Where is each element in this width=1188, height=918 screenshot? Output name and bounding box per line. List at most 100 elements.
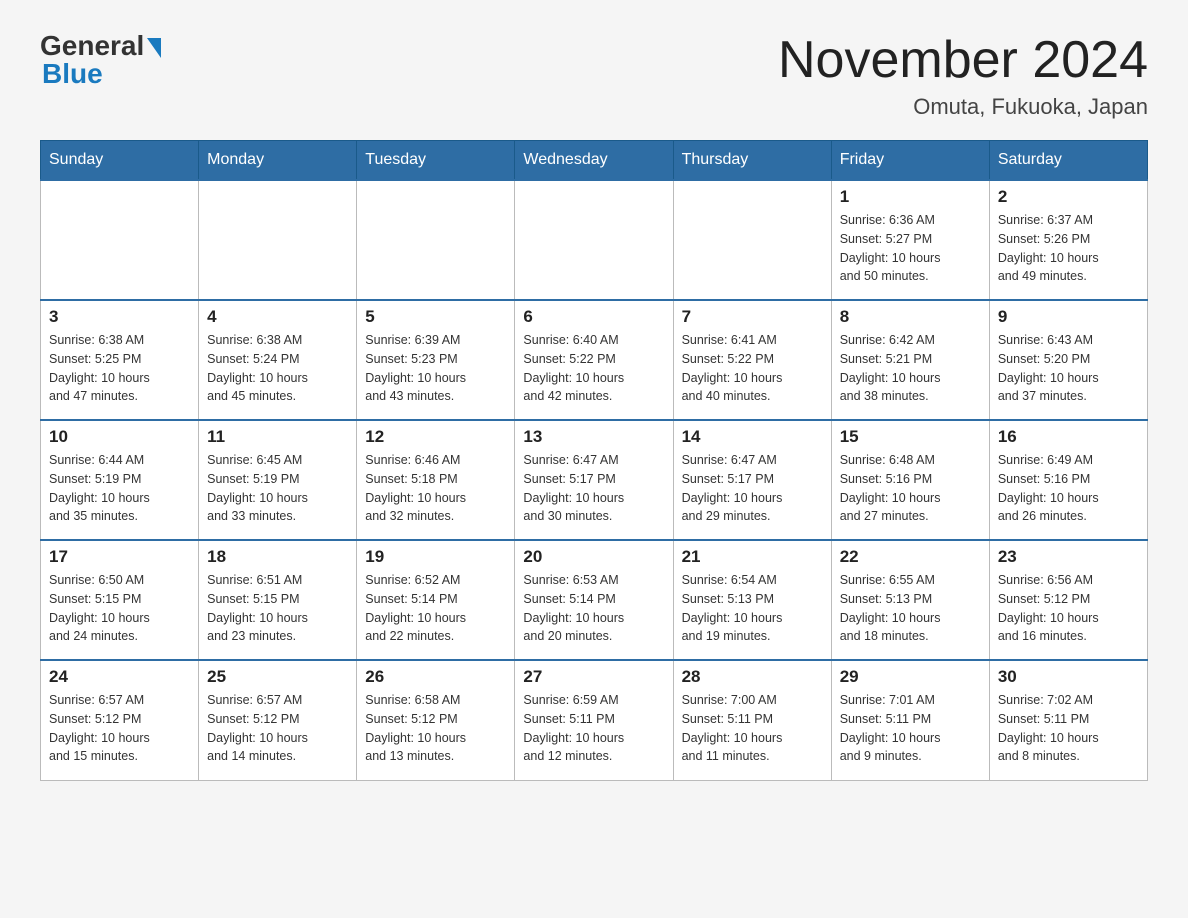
calendar-cell: 16 Sunrise: 6:49 AM Sunset: 5:16 PM Dayli… xyxy=(989,420,1147,540)
day-info: Sunrise: 6:58 AM Sunset: 5:12 PM Dayligh… xyxy=(365,691,506,766)
calendar-cell xyxy=(357,180,515,300)
calendar-cell: 18Sunrise: 6:51 AM Sunset: 5:15 PM Dayli… xyxy=(199,540,357,660)
day-number: 1 xyxy=(840,187,981,207)
day-info: Sunrise: 7:00 AM Sunset: 5:11 PM Dayligh… xyxy=(682,691,823,766)
calendar-cell: 11 Sunrise: 6:45 AM Sunset: 5:19 PM Dayli… xyxy=(199,420,357,540)
calendar-week-row: 10 Sunrise: 6:44 AM Sunset: 5:19 PM Dayli… xyxy=(41,420,1148,540)
day-info: Sunrise: 6:49 AM Sunset: 5:16 PM Dayligh… xyxy=(998,451,1139,526)
calendar-cell xyxy=(41,180,199,300)
calendar-cell: 17 Sunrise: 6:50 AM Sunset: 5:15 PM Dayli… xyxy=(41,540,199,660)
day-info: Sunrise: 6:54 AM Sunset: 5:13 PM Dayligh… xyxy=(682,571,823,646)
month-title: November 2024 xyxy=(778,30,1148,90)
day-info: Sunrise: 6:50 AM Sunset: 5:15 PM Dayligh… xyxy=(49,571,190,646)
day-info: Sunrise: 6:46 AM Sunset: 5:18 PM Dayligh… xyxy=(365,451,506,526)
day-number: 15 xyxy=(840,427,981,447)
calendar-cell: 12Sunrise: 6:46 AM Sunset: 5:18 PM Dayli… xyxy=(357,420,515,540)
weekday-header-monday: Monday xyxy=(199,141,357,181)
location-text: Omuta, Fukuoka, Japan xyxy=(778,94,1148,120)
weekday-header-wednesday: Wednesday xyxy=(515,141,673,181)
day-info: Sunrise: 7:02 AM Sunset: 5:11 PM Dayligh… xyxy=(998,691,1139,766)
day-info: Sunrise: 6:44 AM Sunset: 5:19 PM Dayligh… xyxy=(49,451,190,526)
day-number: 4 xyxy=(207,307,348,327)
day-info: Sunrise: 6:56 AM Sunset: 5:12 PM Dayligh… xyxy=(998,571,1139,646)
calendar-table: SundayMondayTuesdayWednesdayThursdayFrid… xyxy=(40,140,1148,781)
calendar-cell xyxy=(199,180,357,300)
logo-arrow-icon xyxy=(147,38,161,58)
day-info: Sunrise: 6:41 AM Sunset: 5:22 PM Dayligh… xyxy=(682,331,823,406)
calendar-cell: 29 Sunrise: 7:01 AM Sunset: 5:11 PM Dayli… xyxy=(831,660,989,780)
calendar-cell: 1 Sunrise: 6:36 AM Sunset: 5:27 PM Daylig… xyxy=(831,180,989,300)
weekday-header-tuesday: Tuesday xyxy=(357,141,515,181)
day-number: 6 xyxy=(523,307,664,327)
calendar-cell xyxy=(515,180,673,300)
day-info: Sunrise: 6:57 AM Sunset: 5:12 PM Dayligh… xyxy=(49,691,190,766)
day-number: 2 xyxy=(998,187,1139,207)
weekday-header-friday: Friday xyxy=(831,141,989,181)
calendar-cell: 30 Sunrise: 7:02 AM Sunset: 5:11 PM Dayli… xyxy=(989,660,1147,780)
day-number: 16 xyxy=(998,427,1139,447)
day-number: 30 xyxy=(998,667,1139,687)
day-number: 19 xyxy=(365,547,506,567)
logo: General Blue xyxy=(40,30,161,90)
page-header: General Blue November 2024 Omuta, Fukuok… xyxy=(40,30,1148,120)
calendar-cell: 9 Sunrise: 6:43 AM Sunset: 5:20 PM Daylig… xyxy=(989,300,1147,420)
day-info: Sunrise: 6:48 AM Sunset: 5:16 PM Dayligh… xyxy=(840,451,981,526)
calendar-cell: 24Sunrise: 6:57 AM Sunset: 5:12 PM Dayli… xyxy=(41,660,199,780)
calendar-cell: 7 Sunrise: 6:41 AM Sunset: 5:22 PM Daylig… xyxy=(673,300,831,420)
calendar-cell: 19 Sunrise: 6:52 AM Sunset: 5:14 PM Dayli… xyxy=(357,540,515,660)
day-number: 7 xyxy=(682,307,823,327)
day-info: Sunrise: 6:36 AM Sunset: 5:27 PM Dayligh… xyxy=(840,211,981,286)
day-number: 21 xyxy=(682,547,823,567)
day-number: 23 xyxy=(998,547,1139,567)
calendar-cell xyxy=(673,180,831,300)
calendar-cell: 4 Sunrise: 6:38 AM Sunset: 5:24 PM Daylig… xyxy=(199,300,357,420)
day-number: 27 xyxy=(523,667,664,687)
day-info: Sunrise: 6:38 AM Sunset: 5:24 PM Dayligh… xyxy=(207,331,348,406)
weekday-header-thursday: Thursday xyxy=(673,141,831,181)
day-info: Sunrise: 6:57 AM Sunset: 5:12 PM Dayligh… xyxy=(207,691,348,766)
weekday-header-sunday: Sunday xyxy=(41,141,199,181)
calendar-cell: 13 Sunrise: 6:47 AM Sunset: 5:17 PM Dayli… xyxy=(515,420,673,540)
day-info: Sunrise: 6:53 AM Sunset: 5:14 PM Dayligh… xyxy=(523,571,664,646)
day-number: 13 xyxy=(523,427,664,447)
calendar-week-row: 24Sunrise: 6:57 AM Sunset: 5:12 PM Dayli… xyxy=(41,660,1148,780)
day-number: 20 xyxy=(523,547,664,567)
day-number: 11 xyxy=(207,427,348,447)
day-number: 9 xyxy=(998,307,1139,327)
day-info: Sunrise: 7:01 AM Sunset: 5:11 PM Dayligh… xyxy=(840,691,981,766)
weekday-header-row: SundayMondayTuesdayWednesdayThursdayFrid… xyxy=(41,141,1148,181)
day-number: 29 xyxy=(840,667,981,687)
day-info: Sunrise: 6:38 AM Sunset: 5:25 PM Dayligh… xyxy=(49,331,190,406)
day-info: Sunrise: 6:52 AM Sunset: 5:14 PM Dayligh… xyxy=(365,571,506,646)
calendar-week-row: 1 Sunrise: 6:36 AM Sunset: 5:27 PM Daylig… xyxy=(41,180,1148,300)
day-number: 22 xyxy=(840,547,981,567)
calendar-cell: 25 Sunrise: 6:57 AM Sunset: 5:12 PM Dayli… xyxy=(199,660,357,780)
day-number: 3 xyxy=(49,307,190,327)
day-info: Sunrise: 6:40 AM Sunset: 5:22 PM Dayligh… xyxy=(523,331,664,406)
day-number: 17 xyxy=(49,547,190,567)
day-info: Sunrise: 6:42 AM Sunset: 5:21 PM Dayligh… xyxy=(840,331,981,406)
calendar-cell: 21 Sunrise: 6:54 AM Sunset: 5:13 PM Dayli… xyxy=(673,540,831,660)
day-info: Sunrise: 6:43 AM Sunset: 5:20 PM Dayligh… xyxy=(998,331,1139,406)
day-number: 28 xyxy=(682,667,823,687)
day-number: 18 xyxy=(207,547,348,567)
day-number: 26 xyxy=(365,667,506,687)
calendar-cell: 22Sunrise: 6:55 AM Sunset: 5:13 PM Dayli… xyxy=(831,540,989,660)
day-info: Sunrise: 6:47 AM Sunset: 5:17 PM Dayligh… xyxy=(682,451,823,526)
day-info: Sunrise: 6:47 AM Sunset: 5:17 PM Dayligh… xyxy=(523,451,664,526)
calendar-cell: 20 Sunrise: 6:53 AM Sunset: 5:14 PM Dayli… xyxy=(515,540,673,660)
calendar-cell: 27Sunrise: 6:59 AM Sunset: 5:11 PM Dayli… xyxy=(515,660,673,780)
title-area: November 2024 Omuta, Fukuoka, Japan xyxy=(778,30,1148,120)
calendar-cell: 26 Sunrise: 6:58 AM Sunset: 5:12 PM Dayli… xyxy=(357,660,515,780)
calendar-cell: 5Sunrise: 6:39 AM Sunset: 5:23 PM Daylig… xyxy=(357,300,515,420)
day-number: 25 xyxy=(207,667,348,687)
day-number: 10 xyxy=(49,427,190,447)
calendar-cell: 2Sunrise: 6:37 AM Sunset: 5:26 PM Daylig… xyxy=(989,180,1147,300)
day-info: Sunrise: 6:45 AM Sunset: 5:19 PM Dayligh… xyxy=(207,451,348,526)
calendar-cell: 28 Sunrise: 7:00 AM Sunset: 5:11 PM Dayli… xyxy=(673,660,831,780)
calendar-week-row: 17 Sunrise: 6:50 AM Sunset: 5:15 PM Dayli… xyxy=(41,540,1148,660)
calendar-week-row: 3 Sunrise: 6:38 AM Sunset: 5:25 PM Daylig… xyxy=(41,300,1148,420)
day-number: 5 xyxy=(365,307,506,327)
calendar-cell: 14Sunrise: 6:47 AM Sunset: 5:17 PM Dayli… xyxy=(673,420,831,540)
calendar-cell: 10 Sunrise: 6:44 AM Sunset: 5:19 PM Dayli… xyxy=(41,420,199,540)
